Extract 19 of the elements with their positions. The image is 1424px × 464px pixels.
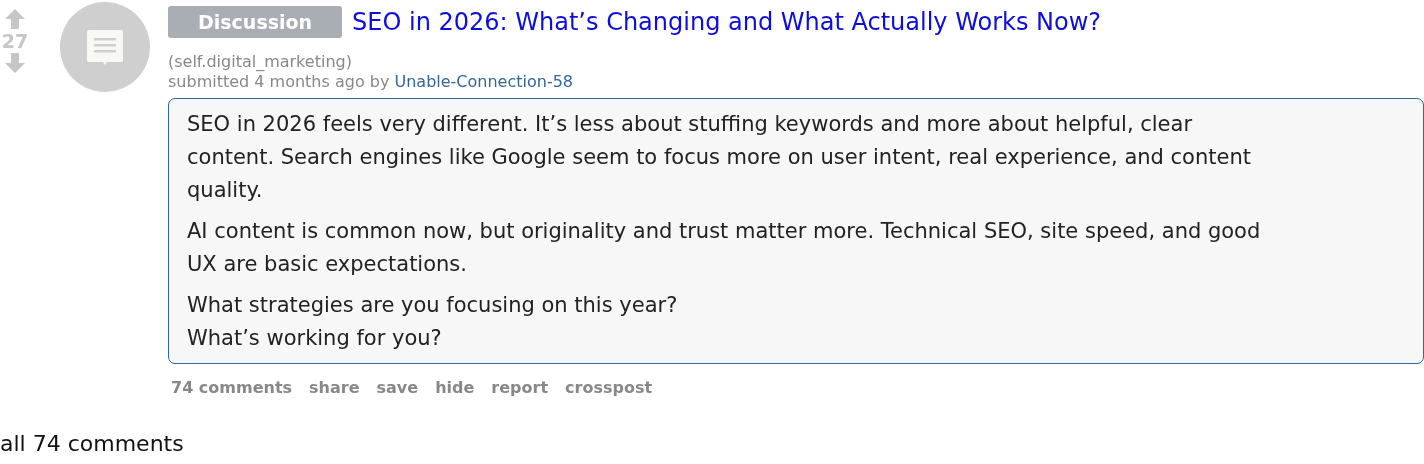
upvote-icon[interactable]	[4, 8, 26, 30]
post-action-link[interactable]: share	[309, 378, 360, 397]
post-action-link[interactable]: hide	[435, 378, 475, 397]
body-paragraph: AI content is common now, but originality and trust matter more. Technical SEO, site speed, and good UX are basic expectations.	[187, 218, 1262, 278]
post-domain[interactable]: (self.digital_marketing)	[168, 52, 1424, 72]
post-title[interactable]: SEO in 2026: What’s Changing and What Actually Works Now?	[352, 8, 1102, 36]
submitted-line: submitted 4 months ago by Unable-Connection-58	[168, 72, 574, 92]
body-paragraph: SEO in 2026 feels very different. It’s less about stuffing keywords and more about helpful, clear content. Search engines like Google seem to focus more on user intent, real experience, and content quality.	[187, 111, 1252, 204]
post-action-link[interactable]: save	[376, 378, 419, 397]
comments-heading: all 74 comments	[0, 431, 185, 457]
text-post-icon	[85, 27, 125, 67]
vote-score: 27	[1, 30, 29, 52]
downvote-icon[interactable]	[4, 52, 26, 74]
post-action-link[interactable]: 74 comments	[171, 378, 293, 397]
author-link[interactable]: Unable-Connection-58	[394, 72, 573, 91]
post-flair[interactable]: Discussion	[168, 6, 343, 38]
body-paragraph: What strategies are you focusing on this year? What’s working for you?	[187, 292, 679, 352]
post-action-link[interactable]: crosspost	[565, 378, 653, 397]
post-action-link[interactable]: report	[491, 378, 549, 397]
